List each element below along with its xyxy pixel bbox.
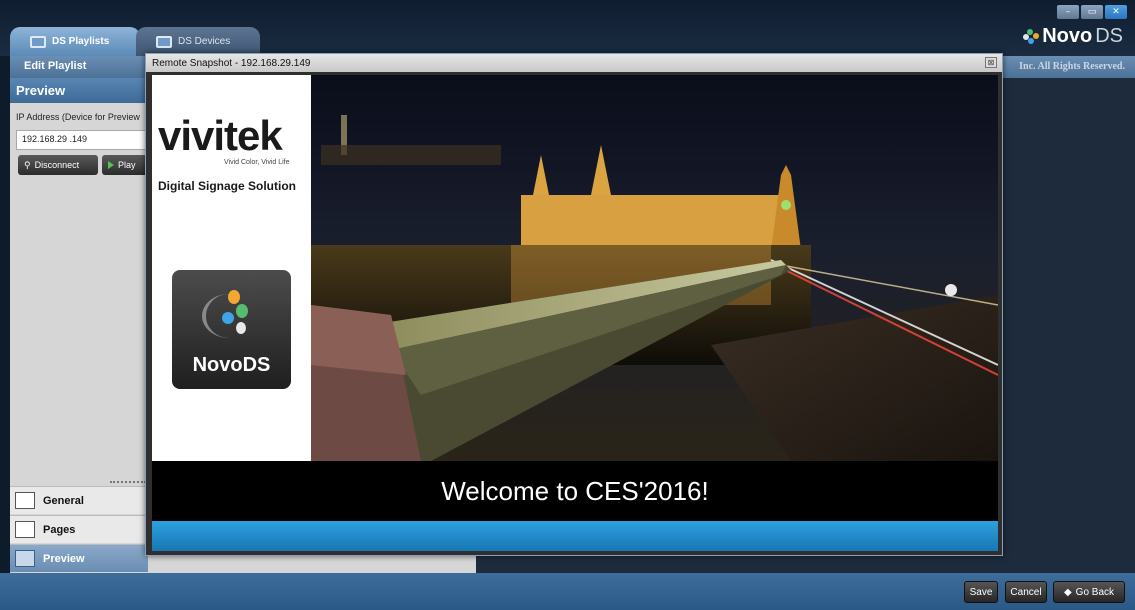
playlist-icon — [30, 35, 46, 48]
novods-logo-icon — [1023, 28, 1040, 45]
close-button[interactable]: ✕ — [1105, 5, 1127, 19]
arrow-left-icon: ◆ — [1063, 586, 1072, 598]
nav-pages[interactable]: Pages — [10, 515, 148, 543]
tab-ds-playlists[interactable]: DS Playlists — [10, 27, 140, 56]
novods-app-tile: NovoDS — [172, 270, 291, 389]
novods-logo-icon — [214, 290, 254, 340]
window-controls: – ▭ ✕ — [1057, 5, 1127, 19]
devices-icon — [156, 35, 172, 48]
play-label: Play — [118, 160, 136, 170]
branding-panel: vivitek Vivid Color, Vivid Life Digital … — [152, 75, 311, 461]
pages-icon — [15, 521, 35, 538]
night-city-photo — [311, 75, 998, 461]
tab-label: DS Playlists — [52, 36, 110, 47]
ip-address-label: IP Address (Device for Preview — [16, 112, 140, 122]
cancel-button[interactable]: Cancel — [1005, 581, 1047, 603]
general-icon — [15, 492, 35, 509]
disconnect-label: Disconnect — [34, 160, 80, 170]
play-icon — [108, 161, 114, 169]
disconnect-button[interactable]: ⚲ Disconnect — [18, 155, 98, 175]
top-bar: DS Playlists DS Devices – ▭ ✕ Novo DS — [0, 0, 1135, 56]
nav-label: General — [43, 494, 84, 507]
disconnect-icon: ⚲ — [24, 159, 31, 170]
resize-grip[interactable] — [110, 481, 146, 484]
nav-preview[interactable]: Preview — [10, 544, 148, 572]
remote-snapshot-dialog: Remote Snapshot - 192.168.29.149 ⊠ vivit… — [145, 53, 1003, 556]
welcome-banner: Welcome to CES'2016! — [152, 461, 998, 521]
ip-address-field[interactable]: 192.168.29 .149 — [16, 130, 166, 150]
go-back-button[interactable]: ◆ Go Back — [1053, 581, 1125, 603]
dialog-titlebar[interactable]: Remote Snapshot - 192.168.29.149 ⊠ — [146, 54, 1002, 72]
maximize-button[interactable]: ▭ — [1081, 5, 1103, 19]
nav-label: Pages — [43, 523, 76, 536]
brand-ds: DS — [1095, 25, 1123, 47]
go-back-label: Go Back — [1075, 586, 1115, 598]
nav-general[interactable]: General — [10, 486, 148, 514]
minimize-button[interactable]: – — [1057, 5, 1079, 19]
novods-brand-logo: Novo DS — [1023, 25, 1123, 48]
dialog-close-button[interactable]: ⊠ — [985, 57, 997, 68]
dialog-title: Remote Snapshot - 192.168.29.149 — [152, 57, 311, 69]
page-title: Edit Playlist — [24, 60, 87, 72]
vivitek-logo: vivitek — [158, 112, 283, 159]
editor-panel — [242, 553, 476, 573]
snapshot-image: vivitek Vivid Color, Vivid Life Digital … — [152, 75, 998, 551]
brand-subtitle: Digital Signage Solution — [158, 179, 296, 193]
vivitek-tagline: Vivid Color, Vivid Life — [224, 159, 290, 166]
ticker-bar — [152, 521, 998, 551]
novods-tile-label: NovoDS — [192, 354, 271, 376]
copyright-text: Inc. All Rights Reserved. — [1019, 61, 1125, 72]
preview-icon — [15, 550, 35, 567]
save-button[interactable]: Save — [964, 581, 998, 603]
tab-ds-devices[interactable]: DS Devices — [136, 27, 260, 56]
bottom-bar: Save Cancel ◆ Go Back — [0, 573, 1135, 610]
tab-label: DS Devices — [178, 36, 231, 47]
nav-label: Preview — [43, 552, 85, 565]
brand-novo: Novo — [1042, 25, 1093, 47]
